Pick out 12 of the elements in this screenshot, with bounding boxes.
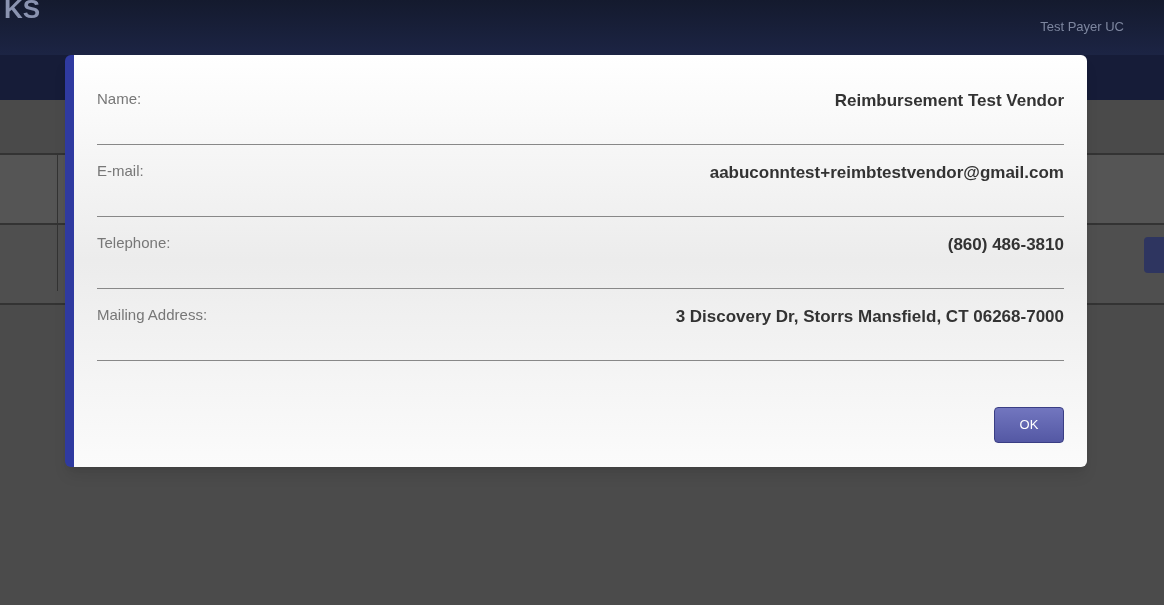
field-label: Name: xyxy=(97,89,142,109)
field-value: 3 Discovery Dr, Storrs Mansfield, CT 06268-7000 xyxy=(675,306,1064,328)
field-value: (860) 486-3810 xyxy=(947,234,1064,256)
field-label: Telephone: xyxy=(97,233,171,253)
user-name[interactable]: Test Payer UC xyxy=(1040,17,1124,37)
field-label: Mailing Address: xyxy=(97,305,208,325)
row-button[interactable] xyxy=(1144,237,1164,273)
logo-text: KS xyxy=(4,0,41,22)
ok-button[interactable]: OK xyxy=(994,407,1064,443)
field-label: E-mail: xyxy=(97,161,144,181)
field-value: aabuconntest+reimbtestvendor@gmail.com xyxy=(709,162,1064,184)
field-value: Reimbursement Test Vendor xyxy=(834,90,1064,112)
